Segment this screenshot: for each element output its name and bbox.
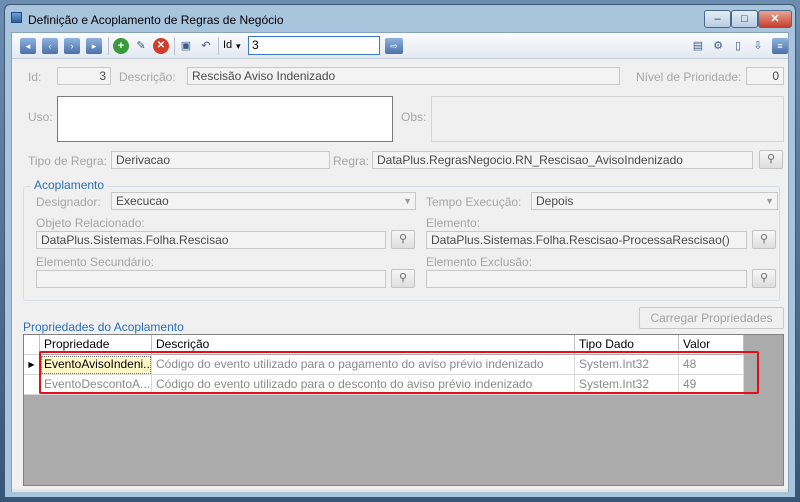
tempo-label: Tempo Execução: <box>426 195 522 209</box>
first-record-icon[interactable]: ◂ <box>20 38 36 54</box>
objeto-binoculars-icon[interactable]: ⚲ <box>391 230 415 249</box>
toolbar-separator <box>174 37 175 55</box>
row-header[interactable] <box>24 375 40 395</box>
chevron-down-icon: ▼ <box>765 196 774 206</box>
descricao-field[interactable]: Rescisão Aviso Indenizado <box>187 67 620 85</box>
uso-textarea[interactable] <box>57 96 393 142</box>
toolbar-separator <box>108 37 109 55</box>
annotation-highlight-box <box>39 351 759 394</box>
client-area: ◂ ‹ › ▸ + ✎ ✕ ▣ ↶ Id ▾ 3 ⇨ ▤ ⚙ ▯ ⇩ ≡ Id:… <box>11 32 789 492</box>
secundario-binoculars-icon[interactable]: ⚲ <box>391 269 415 288</box>
window-title: Definição e Acoplamento de Regras de Neg… <box>28 13 284 27</box>
exclusao-label: Elemento Exclusão: <box>426 255 533 269</box>
tempo-value: Depois <box>536 194 574 208</box>
go-search-icon[interactable]: ⇨ <box>385 38 403 54</box>
id-search-label: Id <box>223 39 233 51</box>
id-field[interactable]: 3 <box>57 67 111 85</box>
tools-icon[interactable]: ⚙ <box>710 38 726 54</box>
prioridade-field[interactable]: 0 <box>746 67 784 85</box>
prioridade-label: Nível de Prioridade: <box>636 70 742 84</box>
chevron-down-icon: ▼ <box>403 196 412 206</box>
acoplamento-title: Acoplamento <box>31 178 108 192</box>
secundario-field[interactable] <box>36 270 386 288</box>
objeto-field[interactable]: DataPlus.Sistemas.Folha.Rescisao <box>36 231 386 249</box>
exclusao-binoculars-icon[interactable]: ⚲ <box>752 269 776 288</box>
edit-icon[interactable]: ✎ <box>133 38 149 54</box>
close-button[interactable]: ✕ <box>758 10 792 28</box>
propriedades-title: Propriedades do Acoplamento <box>23 320 184 334</box>
id-label: Id: <box>28 70 42 84</box>
main-window: Definição e Acoplamento de Regras de Neg… <box>4 4 796 498</box>
previous-record-icon[interactable]: ‹ <box>42 38 58 54</box>
uso-label: Uso: <box>28 110 53 124</box>
menu-icon[interactable]: ≡ <box>772 38 788 54</box>
next-record-icon[interactable]: › <box>64 38 80 54</box>
report-icon[interactable]: ▯ <box>730 38 746 54</box>
status-strip <box>12 489 788 492</box>
app-icon <box>11 12 22 23</box>
grid-corner <box>24 335 40 355</box>
designador-select[interactable]: Execucao ▼ <box>111 192 416 210</box>
exclusao-field[interactable] <box>426 270 747 288</box>
add-icon[interactable]: + <box>113 38 129 54</box>
list-view-icon[interactable]: ▤ <box>690 38 706 54</box>
delete-icon[interactable]: ✕ <box>153 38 169 54</box>
last-record-icon[interactable]: ▸ <box>86 38 102 54</box>
elemento-label: Elemento: <box>426 216 481 230</box>
minimize-button[interactable]: – <box>704 10 731 28</box>
id-search-input[interactable]: 3 <box>248 36 380 55</box>
undo-icon[interactable]: ↶ <box>198 38 214 54</box>
toolbar: ◂ ‹ › ▸ + ✎ ✕ ▣ ↶ Id ▾ 3 ⇨ ▤ ⚙ ▯ ⇩ ≡ <box>12 33 788 59</box>
export-icon[interactable]: ⇩ <box>750 38 766 54</box>
id-dropdown-icon[interactable]: ▾ <box>236 41 241 52</box>
objeto-label: Objeto Relacionado: <box>36 216 145 230</box>
elemento-binoculars-icon[interactable]: ⚲ <box>752 230 776 249</box>
regra-label: Regra: <box>333 154 370 168</box>
elemento-field[interactable]: DataPlus.Sistemas.Folha.Rescisao-Process… <box>426 231 747 249</box>
maximize-button[interactable]: □ <box>731 10 758 28</box>
carregar-propriedades-button[interactable]: Carregar Propriedades <box>639 307 784 329</box>
regra-binoculars-icon[interactable]: ⚲ <box>759 150 783 169</box>
toolbar-separator <box>218 37 219 55</box>
obs-textarea[interactable] <box>431 96 784 142</box>
tempo-select[interactable]: Depois ▼ <box>531 192 778 210</box>
tipo-regra-label: Tipo de Regra: <box>28 154 107 168</box>
designador-label: Designador: <box>36 195 101 209</box>
current-row-indicator-icon[interactable]: ▶ <box>24 355 40 375</box>
title-bar[interactable]: Definição e Acoplamento de Regras de Neg… <box>5 5 795 31</box>
secundario-label: Elemento Secundário: <box>36 255 155 269</box>
descricao-label: Descrição: <box>119 70 176 84</box>
regra-field[interactable]: DataPlus.RegrasNegocio.RN_Rescisao_Aviso… <box>372 151 753 169</box>
tipo-regra-field[interactable]: Derivacao <box>111 151 330 169</box>
obs-label: Obs: <box>401 110 427 124</box>
save-icon[interactable]: ▣ <box>178 38 194 54</box>
designador-value: Execucao <box>116 194 169 208</box>
